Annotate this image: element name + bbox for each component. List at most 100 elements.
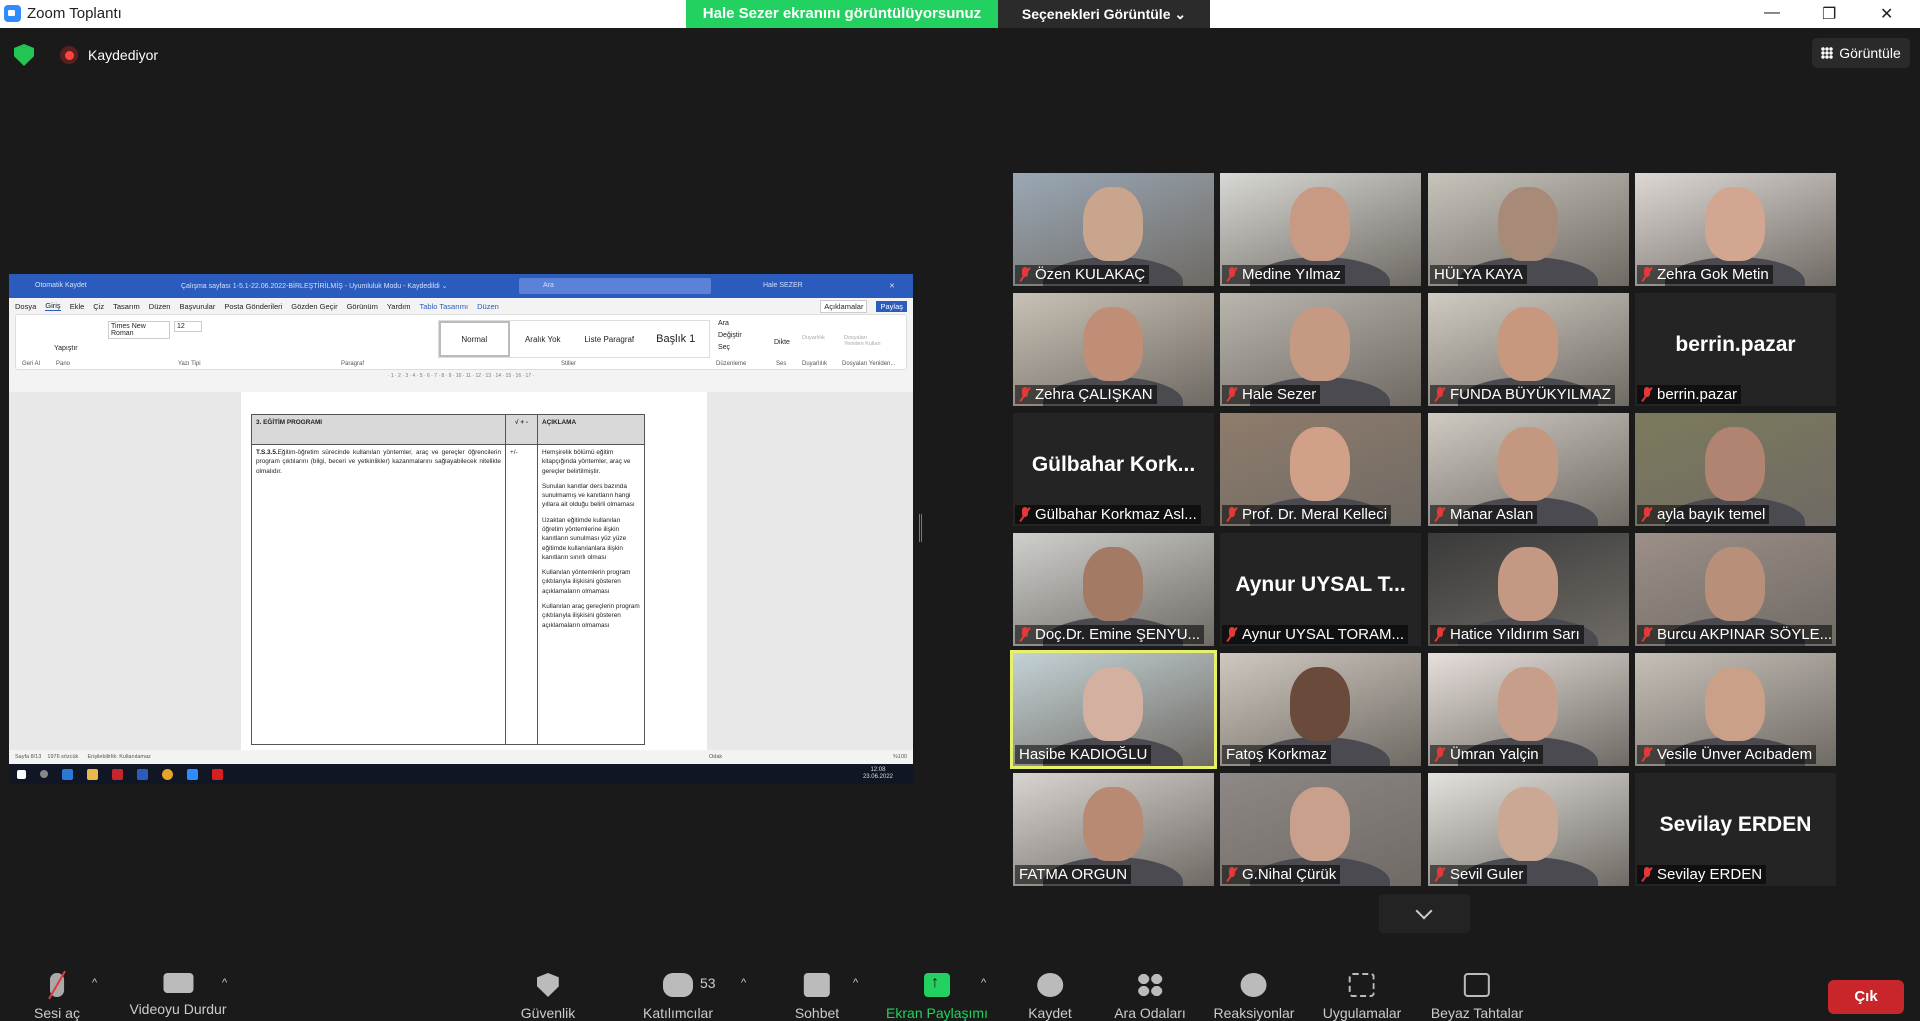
participant-tile[interactable]: Hatice Yıldırım Sarı (1428, 533, 1629, 646)
participant-tile[interactable]: Aynur UYSAL T... Aynur UYSAL TORAM... (1220, 533, 1421, 646)
split-resize-handle[interactable] (919, 514, 922, 542)
stop-video-button[interactable]: Videoyu Durdur (129, 973, 227, 1017)
participant-tile[interactable]: Özen KULAKAÇ (1013, 173, 1214, 286)
participant-tile[interactable]: ayla bayık temel (1635, 413, 1836, 526)
view-button[interactable]: Görüntüle (1812, 38, 1910, 68)
participant-tile[interactable]: Zehra Gok Metin (1635, 173, 1836, 286)
view-options-button[interactable]: Seçenekleri Görüntüle ⌄ (998, 0, 1210, 28)
word-menu-item: Tasarım (113, 301, 140, 311)
ribbon-group-label: Ses (776, 361, 787, 367)
participant-name: Özen KULAKAÇ (1035, 266, 1146, 283)
participant-name: Burcu AKPINAR SÖYLE... (1657, 626, 1833, 643)
participant-tile[interactable]: Burcu AKPINAR SÖYLE... (1635, 533, 1836, 646)
participant-tile[interactable]: G.Nihal Çürük (1220, 773, 1421, 886)
participant-tile[interactable]: berrin.pazar berrin.pazar (1635, 293, 1836, 406)
participant-name-tag: FATMA ORGUN (1015, 865, 1132, 884)
participant-name-tag: Zehra ÇALIŞKAN (1015, 385, 1157, 404)
participant-name-tag: Özen KULAKAÇ (1015, 265, 1150, 284)
window-title: Zoom Toplantı (27, 5, 122, 22)
breakout-rooms-button[interactable]: Ara Odaları (1114, 973, 1186, 1021)
word-menu-item: Tablo Tasarımı (419, 301, 469, 311)
word-menu-item: Ekle (69, 301, 85, 311)
record-icon (1037, 973, 1063, 997)
muted-mic-icon (1434, 627, 1446, 642)
whiteboard-icon (1463, 973, 1490, 997)
whiteboards-button[interactable]: Beyaz Tahtalar (1431, 973, 1523, 1021)
participant-tile[interactable]: Hasibe KADIOĞLU (1010, 650, 1217, 769)
participant-video-face (1083, 787, 1143, 861)
reactions-button[interactable]: Reaksiyonlar (1214, 973, 1294, 1021)
participant-video-face (1705, 187, 1765, 261)
taskbar-folder-icon (87, 768, 98, 780)
participant-tile[interactable]: Ümran Yalçin (1428, 653, 1629, 766)
record-button[interactable]: Kaydet (1028, 973, 1072, 1021)
participant-display-name: Gülbahar Kork... (1031, 453, 1196, 476)
word-menu-item: Gözden Geçir (291, 301, 338, 311)
participant-name-tag: Hasibe KADIOĞLU (1015, 745, 1152, 764)
word-replace: Değiştir (718, 332, 742, 339)
restore-icon[interactable]: ❐ (1822, 4, 1836, 24)
participant-tile[interactable]: HÜLYA KAYA (1428, 173, 1629, 286)
audio-options-caret[interactable]: ^ (92, 977, 97, 989)
participant-display-name: berrin.pazar (1675, 333, 1796, 356)
share-options-caret[interactable]: ^ (981, 977, 986, 989)
close-icon[interactable]: ✕ (1880, 4, 1893, 24)
word-size: 12 (174, 321, 202, 332)
video-options-caret[interactable]: ^ (222, 977, 227, 989)
participant-tile[interactable]: Prof. Dr. Meral Kelleci (1220, 413, 1421, 526)
taskbar-pdf-icon (212, 768, 223, 780)
participant-video-face (1498, 547, 1558, 621)
participant-tile[interactable]: Medine Yılmaz (1220, 173, 1421, 286)
muted-mic-icon (1019, 267, 1031, 282)
participant-tile[interactable]: Sevil Guler (1428, 773, 1629, 886)
meeting-toolbar: Sesi aç ^ Videoyu Durdur ^ Güvenlik Katı… (0, 961, 1920, 1021)
muted-mic-icon (1434, 387, 1446, 402)
security-button[interactable]: Güvenlik (521, 973, 575, 1021)
minimize-icon[interactable]: — (1764, 4, 1780, 22)
participants-options-caret[interactable]: ^ (741, 977, 746, 989)
participant-name-tag: Zehra Gok Metin (1637, 265, 1773, 284)
word-dictate: Dikte (774, 339, 790, 346)
gallery-next-page-button[interactable] (1379, 894, 1470, 933)
participant-tile[interactable]: Hale Sezer (1220, 293, 1421, 406)
word-ribbon: Yapıştır Times New Roman 12 Normal Aralı… (15, 314, 907, 370)
participant-tile[interactable]: FUNDA BÜYÜKYILMAZ (1428, 293, 1629, 406)
word-reuse: Dosyaları Yeniden Kullan (844, 335, 881, 347)
note: Hemşirelik bölümü eğitim kitapçığında yö… (542, 449, 631, 475)
word-font: Times New Roman (108, 321, 170, 339)
encryption-shield-icon[interactable] (14, 44, 34, 66)
participant-video-face (1498, 187, 1558, 261)
apps-button[interactable]: Uygulamalar (1323, 973, 1401, 1021)
zoom-logo-icon (4, 5, 21, 22)
participant-tile[interactable]: Zehra ÇALIŞKAN (1013, 293, 1214, 406)
participant-tile[interactable]: Vesile Ünver Acıbadem (1635, 653, 1836, 766)
participant-video-face (1705, 667, 1765, 741)
ribbon-group-label: Geri Al (22, 361, 41, 367)
ribbon-group-label: Yazı Tipi (178, 361, 201, 367)
muted-mic-icon (1434, 867, 1446, 882)
participant-tile[interactable]: Doç.Dr. Emine ŞENYU... (1013, 533, 1214, 646)
participant-name: Sevilay ERDEN (1657, 866, 1763, 883)
note: Uzaktan eğitimde kullanılan öğretim yönt… (542, 516, 627, 561)
chat-options-caret[interactable]: ^ (853, 977, 858, 989)
style-item: Normal (439, 321, 510, 357)
participant-name: FUNDA BÜYÜKYILMAZ (1450, 386, 1611, 403)
whiteboard-label: Beyaz Tahtalar (1430, 1005, 1524, 1021)
share-screen-button[interactable]: ↑ Ekran Paylaşımı (886, 973, 988, 1021)
status-accessibility: Erişilebilirlik: Kullanılamaz (87, 754, 151, 760)
unmute-button[interactable]: Sesi aç (34, 970, 80, 1021)
participant-tile[interactable]: Sevilay ERDEN Sevilay ERDEN (1635, 773, 1836, 886)
leave-button[interactable]: Çık (1828, 980, 1904, 1014)
status-focus: Odak (709, 754, 723, 760)
word-menu-item: Görünüm (346, 301, 378, 311)
chat-button[interactable]: Sohbet (795, 973, 839, 1021)
participant-tile[interactable]: FATMA ORGUN (1013, 773, 1214, 886)
participant-name: Hasibe KADIOĞLU (1019, 746, 1148, 763)
participant-tile[interactable]: Manar Aslan (1428, 413, 1629, 526)
taskbar-chrome-icon (162, 768, 173, 780)
word-document-area: 3. EĞİTİM PROGRAMI √ + - AÇIKLAMA T.S.3.5.… (9, 392, 913, 750)
participant-tile[interactable]: Fatoş Korkmaz (1220, 653, 1421, 766)
participant-video-face (1083, 187, 1143, 261)
ribbon-group-label: Düzenleme (716, 361, 747, 367)
participant-tile[interactable]: Gülbahar Kork... Gülbahar Korkmaz Asl... (1013, 413, 1214, 526)
